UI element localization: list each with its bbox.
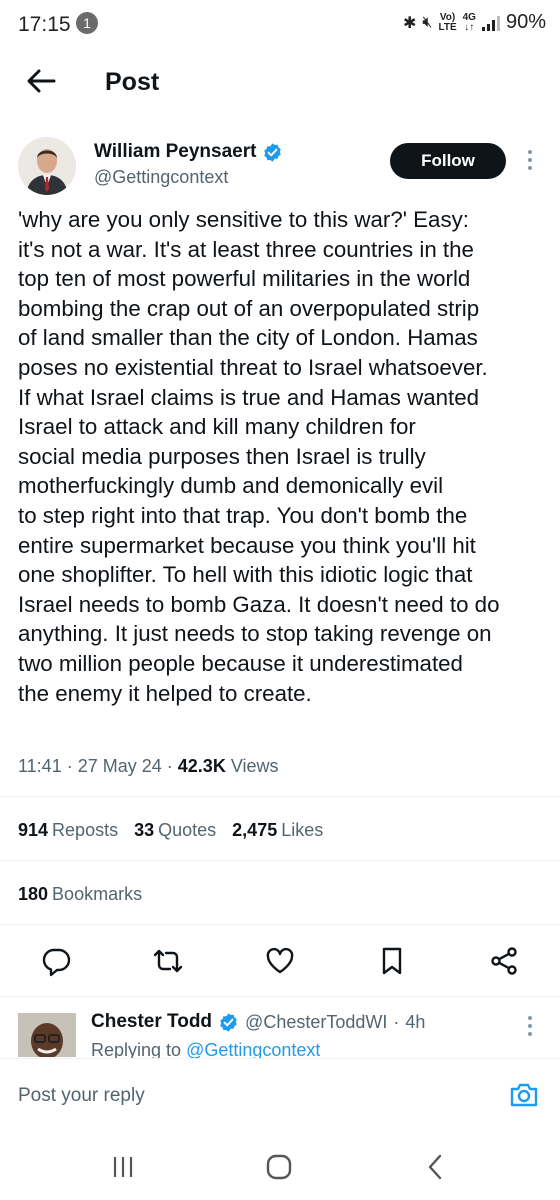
reply-author-avatar[interactable] [18,1013,76,1057]
replying-to-link[interactable]: @Gettingcontext [186,1040,320,1058]
reply-author-name[interactable]: Chester Todd [91,1011,212,1033]
mute-icon: 🔇︎ [422,13,433,31]
notification-count-badge: 1 [76,12,98,34]
back-arrow-icon[interactable] [24,64,58,98]
bookmark-icon[interactable] [376,945,408,977]
likes-stat[interactable]: 2,475 Likes [232,820,323,841]
repost-icon[interactable] [152,945,184,977]
reply-author-row[interactable]: Chester Todd @ChesterToddWI · 4h [91,1011,425,1033]
post-date: 27 May 24 [77,756,162,776]
post-time: 11:41 [18,756,62,776]
reply-composer[interactable]: Post your reply [0,1058,560,1135]
divider [0,924,560,925]
views-count: 42.3K [177,756,226,776]
action-bar [0,945,560,981]
reply-author-handle[interactable]: @ChesterToddWI [245,1012,387,1033]
bookmarks-stat[interactable]: 180 Bookmarks [18,884,142,905]
like-icon[interactable] [264,945,296,977]
divider [0,996,560,997]
battery-level: 90% [505,11,546,33]
post-text: 'why are you only sensitive to this war?… [18,207,500,706]
post-meta: 11:41 · 27 May 24 · 42.3K Views [18,756,279,776]
verified-badge-icon [220,1012,237,1032]
status-bar: 17:15 1 ✱ 🔇︎ Vo) LTE 4G ↓↑ 90% [0,0,560,50]
system-nav-bar [0,1134,560,1200]
more-dots-icon[interactable] [524,150,536,174]
camera-icon[interactable] [508,1079,540,1111]
author-name-row[interactable]: William Peynsaert [94,141,283,163]
network-indicator: 4G ↓↑ [462,11,476,33]
quotes-stat[interactable]: 33 Quotes [134,820,216,841]
engagement-stats: 914 Reposts 33 Quotes 2,475 Likes [18,820,323,841]
views-label: Views [230,756,279,776]
divider [0,860,560,861]
top-app-bar: Post [0,52,560,112]
author-handle[interactable]: @Gettingcontext [94,167,228,188]
follow-button[interactable]: Follow [390,143,506,179]
share-icon[interactable] [488,945,520,977]
bluetooth-icon: ✱ [402,14,417,32]
reply-icon[interactable] [40,945,72,977]
signal-icon [481,15,500,31]
status-icons: ✱ 🔇︎ Vo) LTE 4G ↓↑ 90% [403,11,546,34]
verified-badge-icon [264,142,282,162]
home-icon[interactable] [264,1152,294,1182]
replying-prefix: Replying to [91,1040,182,1058]
reply-age: 4h [405,1011,426,1032]
status-time: 17:15 [18,13,71,36]
page-title: Post [105,68,160,96]
reply-input[interactable]: Post your reply [18,1085,145,1107]
recents-icon[interactable] [108,1152,138,1182]
nav-back-icon[interactable] [420,1152,450,1182]
reposts-stat[interactable]: 914 Reposts [18,820,118,841]
divider [0,796,560,797]
more-dots-icon[interactable] [524,1016,536,1040]
author-avatar[interactable] [18,137,76,195]
author-name[interactable]: William Peynsaert [94,141,256,163]
volte-indicator: Vo) LTE [438,11,457,33]
replying-to-line: Replying to @Gettingcontext [91,1040,320,1058]
